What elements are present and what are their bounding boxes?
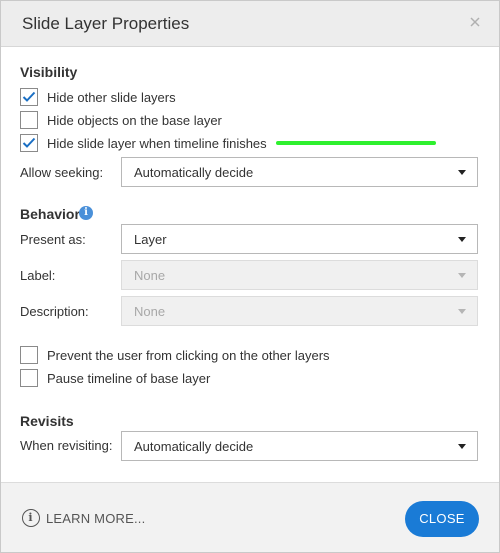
- present-as-select[interactable]: Layer: [121, 224, 478, 254]
- dialog-footer: i LEARN MORE... CLOSE: [1, 482, 499, 552]
- learn-more-link[interactable]: i LEARN MORE...: [22, 509, 145, 527]
- label-select: None: [121, 260, 478, 290]
- checkmark-icon: [22, 137, 36, 148]
- allow-seeking-value: Automatically decide: [134, 165, 254, 180]
- pause-base-timeline-checkbox-row[interactable]: Pause timeline of base layer: [20, 369, 210, 387]
- hide-other-layers-checkbox[interactable]: [20, 88, 38, 106]
- prevent-clicking-checkbox[interactable]: [20, 346, 38, 364]
- info-icon[interactable]: i: [79, 206, 93, 220]
- dropdown-arrow-icon: [458, 273, 466, 278]
- dialog-titlebar: Slide Layer Properties: [1, 1, 499, 47]
- learn-more-text: LEARN MORE...: [46, 510, 146, 526]
- dialog-title: Slide Layer Properties: [22, 14, 190, 33]
- hide-base-objects-checkbox[interactable]: [20, 111, 38, 129]
- behavior-heading: Behavior: [20, 206, 80, 222]
- close-button[interactable]: CLOSE: [405, 501, 479, 537]
- slide-layer-properties-dialog: Slide Layer Properties Visibility Hide o…: [0, 0, 500, 553]
- hide-when-finished-checkbox-row[interactable]: Hide slide layer when timeline finishes: [20, 134, 267, 152]
- visibility-heading: Visibility: [20, 64, 78, 80]
- dropdown-arrow-icon: [458, 170, 466, 175]
- when-revisiting-label: When revisiting:: [20, 438, 113, 453]
- dropdown-arrow-icon: [458, 444, 466, 449]
- dropdown-arrow-icon: [458, 309, 466, 314]
- description-select: None: [121, 296, 478, 326]
- close-x-icon[interactable]: [468, 15, 482, 29]
- hide-other-layers-checkbox-row[interactable]: Hide other slide layers: [20, 88, 176, 106]
- pause-base-timeline-label: Pause timeline of base layer: [47, 370, 211, 386]
- present-as-value: Layer: [134, 232, 167, 247]
- allow-seeking-label: Allow seeking:: [20, 165, 104, 180]
- prevent-clicking-label: Prevent the user from clicking on the ot…: [47, 347, 330, 363]
- hide-base-objects-checkbox-row[interactable]: Hide objects on the base layer: [20, 111, 222, 129]
- highlight-annotation: [276, 141, 436, 145]
- hide-base-objects-label: Hide objects on the base layer: [47, 112, 222, 128]
- hide-when-finished-checkbox[interactable]: [20, 134, 38, 152]
- checkmark-icon: [22, 91, 36, 102]
- present-as-label: Present as:: [20, 232, 86, 247]
- description-field-label: Description:: [20, 304, 89, 319]
- description-value: None: [134, 304, 166, 319]
- when-revisiting-select[interactable]: Automatically decide: [121, 431, 478, 461]
- hide-other-layers-label: Hide other slide layers: [47, 89, 176, 105]
- pause-base-timeline-checkbox[interactable]: [20, 369, 38, 387]
- allow-seeking-select[interactable]: Automatically decide: [121, 157, 478, 187]
- hide-when-finished-label: Hide slide layer when timeline finishes: [47, 135, 267, 151]
- info-circle-icon: i: [22, 509, 40, 527]
- dropdown-arrow-icon: [458, 237, 466, 242]
- label-field-label: Label:: [20, 268, 56, 283]
- when-revisiting-value: Automatically decide: [134, 439, 254, 454]
- prevent-clicking-checkbox-row[interactable]: Prevent the user from clicking on the ot…: [20, 346, 330, 364]
- revisits-heading: Revisits: [20, 413, 74, 429]
- label-value: None: [134, 268, 166, 283]
